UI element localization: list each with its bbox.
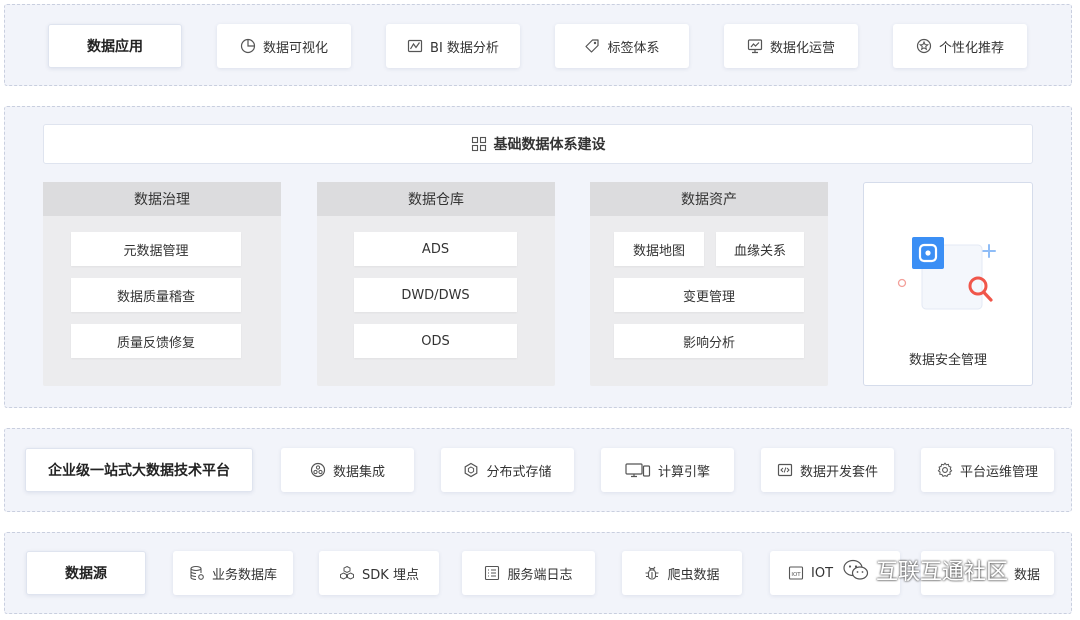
database-icon xyxy=(189,565,205,581)
source-item-label: 业务数据库 xyxy=(211,567,277,583)
tag-icon xyxy=(584,38,600,54)
governance-column: 数据治理 元数据管理 数据质量稽查 质量反馈修复 xyxy=(43,182,281,386)
iot-icon: IOT xyxy=(788,565,804,581)
data-app-title-text: 数据应用 xyxy=(87,39,143,55)
grid-icon xyxy=(471,136,487,152)
app-item-label: BI 数据分析 xyxy=(430,40,499,56)
gear-icon xyxy=(937,462,953,478)
platform-item-label: 分布式存储 xyxy=(486,464,552,480)
integration-icon xyxy=(310,462,326,478)
assets-item-lineage[interactable]: 血缘关系 xyxy=(716,232,804,266)
platform-item-compute[interactable]: 计算引擎 xyxy=(601,448,734,492)
data-app-title: 数据应用 xyxy=(48,24,182,68)
cubes-icon xyxy=(339,565,355,581)
platform-item-label: 数据集成 xyxy=(332,464,385,480)
star-circle-icon xyxy=(916,38,932,54)
app-item-label: 数据化运营 xyxy=(769,40,835,56)
sources-title-text: 数据源 xyxy=(65,566,107,582)
source-item-label: IOT xyxy=(811,565,834,581)
warehouse-column: 数据仓库 ADS DWD/DWS ODS xyxy=(317,182,555,386)
bug-icon xyxy=(644,565,660,581)
foundation-header: 基础数据体系建设 xyxy=(43,124,1033,164)
source-item-sdk[interactable]: SDK 埋点 xyxy=(319,551,439,595)
wechat-icon xyxy=(843,559,869,580)
app-item-label: 数据可视化 xyxy=(262,40,328,56)
foundation-header-text: 基础数据体系建设 xyxy=(493,137,606,153)
governance-item-quality-check[interactable]: 数据质量稽查 xyxy=(71,278,241,312)
app-item-bi-analysis[interactable]: BI 数据分析 xyxy=(386,24,520,68)
hexagon-storage-icon xyxy=(463,462,479,478)
governance-item-quality-fix[interactable]: 质量反馈修复 xyxy=(71,324,241,358)
warehouse-item-dwd-dws[interactable]: DWD/DWS xyxy=(354,278,517,312)
source-item-label: 数据 xyxy=(1013,567,1040,583)
sources-title: 数据源 xyxy=(26,551,146,595)
source-item-label: SDK 埋点 xyxy=(362,567,419,583)
app-item-tag-system[interactable]: 标签体系 xyxy=(555,24,689,68)
warehouse-title: 数据仓库 xyxy=(317,182,555,216)
monitor-chart-icon xyxy=(747,38,763,54)
warehouse-item-ods[interactable]: ODS xyxy=(354,324,517,358)
dev-kit-icon xyxy=(777,462,793,478)
security-illustration xyxy=(897,237,996,310)
app-item-recommendation[interactable]: 个性化推荐 xyxy=(893,24,1027,68)
app-item-label: 标签体系 xyxy=(607,40,660,56)
platform-title-text: 企业级一站式大数据技术平台 xyxy=(48,463,230,479)
svg-text:IOT: IOT xyxy=(791,572,801,578)
assets-item-data-map[interactable]: 数据地图 xyxy=(614,232,704,266)
governance-item-metadata[interactable]: 元数据管理 xyxy=(71,232,241,266)
assets-column: 数据资产 数据地图 血缘关系 变更管理 影响分析 xyxy=(590,182,828,386)
pie-chart-icon xyxy=(240,38,256,54)
source-item-database[interactable]: 业务数据库 xyxy=(173,551,293,595)
warehouse-item-ads[interactable]: ADS xyxy=(354,232,517,266)
platform-item-label: 数据开发套件 xyxy=(799,464,878,480)
app-item-data-operation[interactable]: 数据化运营 xyxy=(724,24,858,68)
security-title: 数据安全管理 xyxy=(908,353,987,368)
platform-title: 企业级一站式大数据技术平台 xyxy=(25,448,253,492)
watermark: 互联互通社区 xyxy=(842,554,1008,586)
source-item-server-log[interactable]: 服务端日志 xyxy=(462,551,595,595)
log-list-icon xyxy=(484,565,500,581)
chart-analysis-icon xyxy=(407,38,423,54)
platform-item-integration[interactable]: 数据集成 xyxy=(281,448,414,492)
app-item-label: 个性化推荐 xyxy=(938,40,1004,56)
compute-engine-icon xyxy=(625,462,651,478)
platform-item-label: 平台运维管理 xyxy=(959,464,1038,480)
platform-item-dev-kit[interactable]: 数据开发套件 xyxy=(761,448,894,492)
watermark-text: 互联互通社区 xyxy=(876,560,1009,585)
platform-item-label: 计算引擎 xyxy=(657,464,710,480)
assets-item-impact-analysis[interactable]: 影响分析 xyxy=(614,324,804,358)
assets-title: 数据资产 xyxy=(590,182,828,216)
source-item-label: 爬虫数据 xyxy=(667,567,720,583)
app-item-visualization[interactable]: 数据可视化 xyxy=(217,24,351,68)
security-card[interactable]: 数据安全管理 xyxy=(863,182,1033,386)
governance-title: 数据治理 xyxy=(43,182,281,216)
platform-item-ops[interactable]: 平台运维管理 xyxy=(921,448,1054,492)
source-item-crawler[interactable]: 爬虫数据 xyxy=(622,551,742,595)
assets-item-change-mgmt[interactable]: 变更管理 xyxy=(614,278,804,312)
source-item-label: 服务端日志 xyxy=(507,567,573,583)
platform-item-storage[interactable]: 分布式存储 xyxy=(441,448,574,492)
